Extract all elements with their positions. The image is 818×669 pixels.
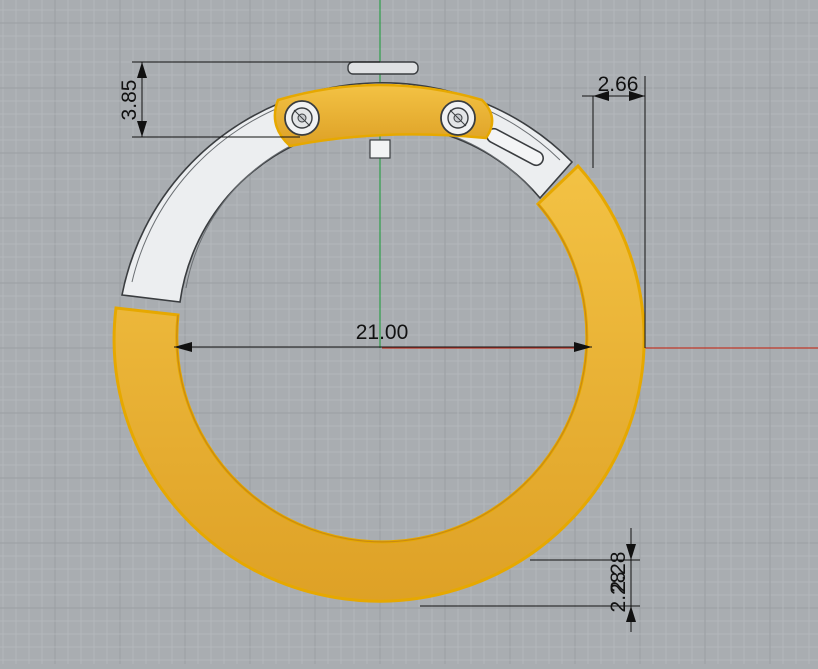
cad-viewport[interactable]: 3.85 2.66 21.00 2.28 2.28 — [0, 0, 818, 664]
clasp-top-cap — [347, 61, 419, 75]
screw-left[interactable] — [284, 100, 320, 136]
screw-right[interactable] — [440, 100, 476, 136]
clasp-pin — [369, 139, 391, 159]
dimension-band-thickness-lower-label: 2.28 — [607, 572, 630, 613]
viewport-canvas[interactable]: 3.85 2.66 21.00 2.28 2.28 — [0, 0, 818, 664]
dimension-top-height-label: 3.85 — [118, 80, 141, 121]
dimension-inner-diameter-label: 21.00 — [356, 321, 409, 344]
dimension-side-width-label: 2.66 — [598, 73, 639, 96]
